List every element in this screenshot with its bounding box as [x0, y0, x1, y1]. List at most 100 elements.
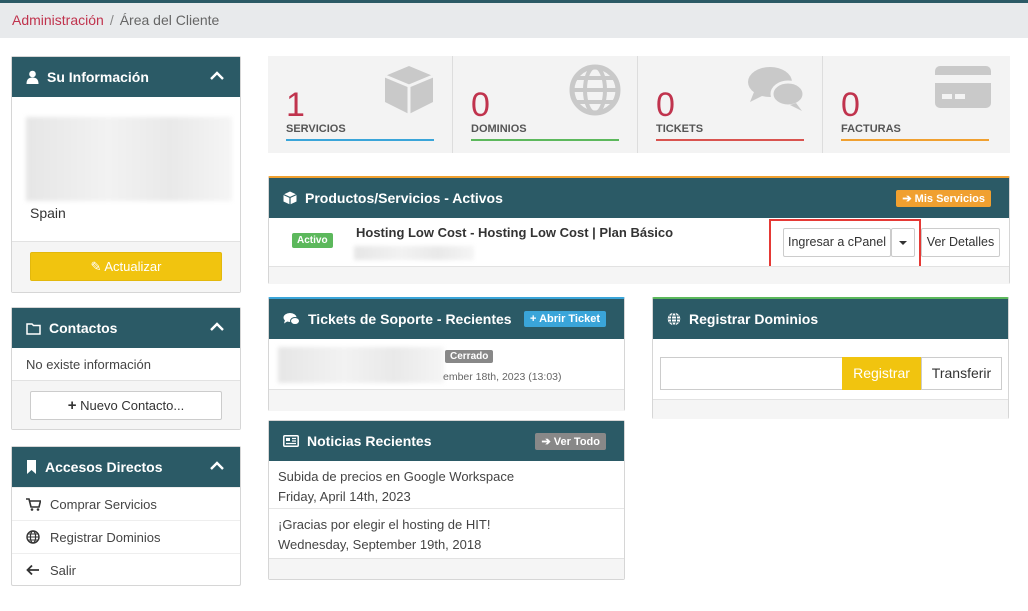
chevron-up-icon[interactable] [210, 458, 224, 474]
domains-panel: Registrar Dominios Registrar Transferir [652, 297, 1009, 419]
shortcuts-panel-header[interactable]: Accesos Directos [12, 447, 240, 487]
domains-panel-header: Registrar Dominios [653, 299, 1008, 339]
cpanel-login-button[interactable]: Ingresar a cPanel [783, 228, 891, 257]
cpanel-login-label: Ingresar a cPanel [788, 235, 886, 249]
shortcuts-panel-title: Accesos Directos [45, 459, 163, 475]
stat-label: DOMINIOS [471, 123, 527, 135]
shortcut-label: Comprar Servicios [50, 496, 157, 512]
bookmark-icon [26, 460, 37, 474]
arrow-right-icon: ➔ [902, 193, 912, 205]
domains-panel-footer [653, 399, 1008, 419]
register-domain-label: Registrar [853, 365, 910, 381]
stats-row: 1 SERVICIOS 0 DOMINIOS 0 TICKETS 0 FACTU… [268, 56, 1010, 153]
ticket-subject-blurred [278, 347, 444, 383]
register-domain-button[interactable]: Registrar [842, 357, 921, 390]
my-services-label: Mis Servicios [914, 193, 985, 205]
globe-icon [667, 312, 681, 326]
stat-underline [656, 139, 804, 141]
arrow-right-icon: ➔ [541, 436, 551, 448]
products-panel-footer [269, 266, 1009, 284]
stat-value: 0 [841, 86, 860, 124]
tickets-panel-header: Tickets de Soporte - Recientes + Abrir T… [269, 299, 624, 339]
contacts-empty-text: No existe información [26, 357, 151, 372]
domains-panel-title: Registrar Dominios [689, 311, 819, 327]
shortcut-register-domains[interactable]: Registrar Dominios [12, 520, 240, 553]
products-panel-header: Productos/Servicios - Activos ➔ Mis Serv… [269, 178, 1009, 218]
news-panel: Noticias Recientes ➔ Ver Todo Subida de … [268, 420, 625, 580]
shortcut-buy-services[interactable]: Comprar Servicios [12, 487, 240, 520]
view-all-button[interactable]: ➔ Ver Todo [535, 433, 606, 450]
open-ticket-label: Abrir Ticket [539, 313, 600, 325]
chevron-up-icon[interactable] [210, 319, 224, 335]
status-badge: Activo [292, 233, 333, 248]
globe-icon [569, 64, 621, 121]
news-headline: ¡Gracias por elegir el hosting de HIT! [278, 517, 491, 532]
my-services-button[interactable]: ➔ Mis Servicios [896, 190, 991, 207]
tickets-panel: Tickets de Soporte - Recientes + Abrir T… [268, 297, 625, 411]
service-domain-blurred [354, 246, 474, 260]
stat-invoices[interactable]: 0 FACTURAS [823, 56, 1008, 153]
news-item[interactable]: Subida de precios en Google Workspace Fr… [269, 461, 624, 508]
tickets-panel-title: Tickets de Soporte - Recientes [308, 311, 512, 327]
stat-value: 0 [471, 86, 490, 124]
news-date: Wednesday, September 19th, 2018 [278, 537, 482, 552]
stat-domains[interactable]: 0 DOMINIOS [453, 56, 638, 153]
products-panel: Productos/Servicios - Activos ➔ Mis Serv… [268, 176, 1010, 284]
breadcrumb-separator: / [109, 12, 114, 28]
open-ticket-button[interactable]: + Abrir Ticket [523, 311, 606, 327]
shortcut-label: Salir [50, 562, 77, 578]
stat-label: FACTURAS [841, 123, 901, 135]
chevron-up-icon[interactable] [210, 68, 224, 84]
stat-label: SERVICIOS [286, 123, 346, 135]
update-button[interactable]: ✎ Actualizar [30, 252, 222, 281]
stat-label: TICKETS [656, 123, 704, 135]
plus-icon: + [67, 397, 77, 414]
caret-down-icon [899, 241, 907, 245]
credit-card-icon [934, 64, 992, 115]
view-details-button[interactable]: Ver Detalles [921, 228, 1000, 257]
stat-underline [471, 139, 619, 141]
ticket-status-badge: Cerrado [445, 350, 494, 363]
news-panel-header: Noticias Recientes ➔ Ver Todo [269, 421, 624, 461]
breadcrumb-current: Área del Cliente [119, 12, 220, 28]
info-panel-header[interactable]: Su Información [12, 57, 240, 97]
shortcuts-panel: Accesos Directos Comprar Servicios Regis… [11, 446, 241, 586]
products-panel-title: Productos/Servicios - Activos [305, 190, 503, 206]
view-details-label: Ver Detalles [926, 235, 995, 249]
stat-tickets[interactable]: 0 TICKETS [638, 56, 823, 153]
arrow-left-icon [26, 564, 50, 576]
plus-icon: + [529, 313, 537, 325]
transfer-domain-button[interactable]: Transferir [921, 357, 1002, 390]
stat-underline [841, 139, 989, 141]
globe-icon [26, 530, 50, 544]
breadcrumb-home-link[interactable]: Administración [12, 12, 104, 28]
stat-underline [286, 139, 434, 141]
ticket-date: ember 18th, 2023 (13:03) [443, 371, 562, 383]
newspaper-icon [283, 435, 299, 447]
news-panel-title: Noticias Recientes [307, 433, 432, 449]
new-contact-label: Nuevo Contacto... [80, 398, 185, 413]
service-name[interactable]: Hosting Low Cost - Hosting Low Cost | Pl… [356, 225, 673, 240]
news-item[interactable]: ¡Gracias por elegir el hosting de HIT! W… [269, 508, 624, 555]
country-text: Spain [30, 205, 66, 221]
news-date: Friday, April 14th, 2023 [278, 489, 411, 504]
contacts-panel-title: Contactos [49, 320, 118, 336]
pencil-icon: ✎ [90, 259, 102, 274]
info-panel-title: Su Información [47, 69, 149, 85]
shortcut-label: Registrar Dominios [50, 529, 161, 545]
shortcut-logout[interactable]: Salir [12, 553, 240, 586]
comments-icon [283, 312, 300, 326]
tickets-panel-footer [269, 389, 624, 411]
contacts-panel-header[interactable]: Contactos [12, 308, 240, 348]
stat-value: 1 [286, 86, 305, 124]
folder-icon [26, 322, 41, 335]
cube-icon [382, 64, 436, 121]
new-contact-button[interactable]: + Nuevo Contacto... [30, 391, 222, 420]
stat-services[interactable]: 1 SERVICIOS [268, 56, 453, 153]
cpanel-dropdown-toggle[interactable] [891, 228, 915, 257]
user-icon [26, 70, 39, 84]
breadcrumb: Administración / Área del Cliente [0, 3, 1028, 38]
news-panel-footer [269, 558, 624, 579]
domain-search-input[interactable] [660, 357, 842, 390]
cart-icon [26, 497, 50, 511]
